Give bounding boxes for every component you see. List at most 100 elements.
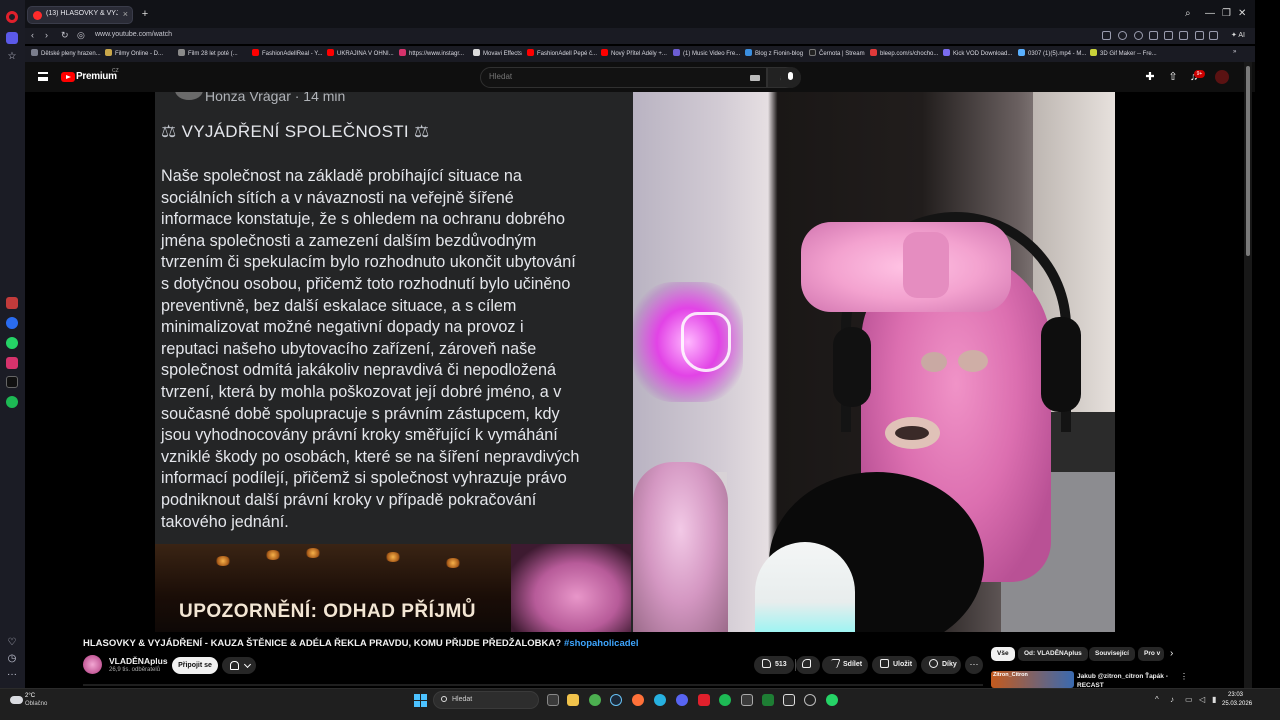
gmail-icon[interactable]: [6, 297, 18, 309]
whatsapp-taskbar-icon[interactable]: [826, 694, 838, 706]
more-actions-button[interactable]: ···: [965, 656, 983, 674]
youtube-brand[interactable]: Premium: [76, 71, 117, 82]
spotify-taskbar-icon[interactable]: [719, 694, 731, 706]
clock-time[interactable]: 23:03: [1228, 692, 1243, 698]
shield-icon[interactable]: [1134, 31, 1143, 40]
microphone-tray-icon[interactable]: ♪: [1170, 695, 1174, 704]
play-icon[interactable]: [1149, 31, 1158, 40]
extensions-icon[interactable]: [1209, 31, 1218, 40]
chip-related[interactable]: Související: [1089, 647, 1135, 661]
bookmark-item[interactable]: Film 28 let poté (...: [178, 49, 238, 57]
bookmarks-overflow-icon[interactable]: »: [1233, 49, 1236, 55]
avatar[interactable]: [1215, 70, 1229, 84]
bookmark-item[interactable]: Filmy Online - D...: [105, 49, 163, 57]
opera-logo-icon[interactable]: [6, 11, 18, 23]
bookmark-item[interactable]: bleep.com/s/chocho...: [870, 49, 938, 57]
wallet-icon[interactable]: [1195, 31, 1204, 40]
back-button[interactable]: ‹: [31, 30, 34, 40]
bookmark-item[interactable]: 3D Gif Maker -- Fre...: [1090, 49, 1157, 57]
bookmark-item[interactable]: FashionAdellReal - Y...: [252, 49, 322, 57]
youtube-logo-icon[interactable]: [61, 72, 75, 82]
bookmark-item[interactable]: Dětské pleny hrazen...: [31, 49, 101, 57]
opera-taskbar-icon[interactable]: [698, 694, 710, 706]
more-icon[interactable]: ···: [4, 668, 20, 682]
bookmark-item[interactable]: Kick VOD Download...: [943, 49, 1012, 57]
scrollbar-thumb[interactable]: [1246, 66, 1250, 256]
tab-youtube[interactable]: (13) HLASOVKY & VYJ ×: [27, 6, 133, 24]
speed-dial-icon[interactable]: ☆: [4, 50, 20, 64]
channel-name[interactable]: VLADĚNAplus: [109, 656, 168, 666]
search-input[interactable]: [489, 72, 729, 81]
clock-date[interactable]: 25.03.2026: [1222, 701, 1252, 707]
site-info-icon[interactable]: ◎: [77, 30, 85, 41]
notification-bell-button[interactable]: [222, 657, 256, 674]
snapshot-icon[interactable]: [1102, 31, 1111, 40]
app-icon[interactable]: [783, 694, 795, 706]
weather-description[interactable]: Oblačno: [25, 701, 47, 707]
chip-all[interactable]: Vše: [991, 647, 1015, 661]
edge-icon[interactable]: [654, 694, 666, 706]
minimize-button[interactable]: —: [1205, 8, 1215, 19]
spotify-sidebar-icon[interactable]: [6, 396, 18, 408]
messenger-icon[interactable]: [6, 317, 18, 329]
aria-icon[interactable]: [6, 32, 18, 44]
hashtag-link[interactable]: #shopaholicadel: [564, 638, 638, 649]
bookmark-item[interactable]: Nový Přítel Adély +...: [601, 49, 667, 57]
firefox-icon[interactable]: [632, 694, 644, 706]
app-icon[interactable]: [762, 694, 774, 706]
whatsapp-sidebar-icon[interactable]: [6, 337, 18, 349]
bookmark-item[interactable]: FashionAdell Pepé č...: [527, 49, 597, 57]
heart-icon[interactable]: ♡: [4, 636, 20, 650]
search-tabs-icon[interactable]: ⌕: [1185, 8, 1191, 19]
file-explorer-icon[interactable]: [567, 694, 579, 706]
channel-avatar[interactable]: [83, 655, 102, 674]
windows-start-button[interactable]: [414, 694, 427, 707]
app-icon[interactable]: [804, 694, 816, 706]
instagram-icon[interactable]: [6, 357, 18, 369]
menu-icon[interactable]: [38, 72, 48, 81]
chevron-right-icon[interactable]: ›: [1170, 648, 1173, 659]
tiktok-icon[interactable]: [6, 376, 18, 388]
download-icon[interactable]: [1179, 31, 1188, 40]
recommendation-menu-icon[interactable]: ⋮: [1180, 672, 1188, 681]
steam-icon[interactable]: [610, 694, 622, 706]
share-button[interactable]: Sdílet: [822, 656, 868, 674]
weather-temperature[interactable]: 2°C: [25, 693, 35, 699]
like-button[interactable]: 513: [754, 656, 794, 674]
bookmark-item[interactable]: Černota | Stream: [809, 49, 865, 57]
url-field[interactable]: www.youtube.com/watch: [95, 31, 172, 38]
maximize-button[interactable]: ❐: [1222, 8, 1231, 19]
voice-search-button[interactable]: [780, 67, 801, 88]
taskbar-search[interactable]: Hledat: [433, 691, 539, 709]
save-button[interactable]: Uložit: [872, 656, 917, 674]
close-window-button[interactable]: ✕: [1238, 8, 1246, 19]
heart-bookmark-icon[interactable]: [1164, 31, 1173, 40]
battery-icon[interactable]: ▮: [1212, 695, 1216, 704]
thanks-button[interactable]: Díky: [921, 656, 961, 674]
upload-icon[interactable]: ⇧: [1167, 71, 1179, 83]
ai-button[interactable]: ✦ AI: [1227, 29, 1249, 41]
new-tab-button[interactable]: +: [138, 8, 152, 22]
bookmark-item[interactable]: https://www.instagr...: [399, 49, 464, 57]
chrome-icon[interactable]: [589, 694, 601, 706]
bookmark-item[interactable]: UKRAJINA V OHNI...: [327, 49, 394, 57]
bookmark-item[interactable]: Blog z Fionin-blog: [745, 49, 803, 57]
keyboard-icon[interactable]: [750, 75, 760, 81]
bookmark-item[interactable]: Movavi Effects: [473, 49, 522, 57]
history-icon[interactable]: ◷: [4, 652, 20, 666]
forward-button[interactable]: ›: [45, 30, 48, 40]
tray-overflow-icon[interactable]: ^: [1155, 695, 1159, 704]
chip-from-channel[interactable]: Od: VLADĚNAplus: [1018, 647, 1088, 661]
bookmark-item[interactable]: (1) Music Video Fre...: [673, 49, 740, 57]
recommendation-thumbnail[interactable]: Zitron_Citron: [991, 671, 1074, 688]
video-player[interactable]: Honza Vrágar · 14 min ⚖ VYJÁDŘENÍ SPOLEČ…: [155, 92, 1115, 632]
dislike-button[interactable]: [796, 656, 820, 674]
bookmark-item[interactable]: 0307 (1)(5).mp4 - M...: [1018, 49, 1086, 57]
volume-icon[interactable]: ◁: [1199, 695, 1205, 704]
recommendation-title[interactable]: Jakub @zitron_citron Ťapák - RECAST: [1077, 672, 1173, 688]
cloud-icon[interactable]: [10, 696, 23, 704]
discord-icon[interactable]: [676, 694, 688, 706]
camera-icon[interactable]: [1118, 31, 1127, 40]
reload-button[interactable]: ↻: [61, 30, 69, 41]
network-icon[interactable]: ▭: [1185, 695, 1193, 704]
